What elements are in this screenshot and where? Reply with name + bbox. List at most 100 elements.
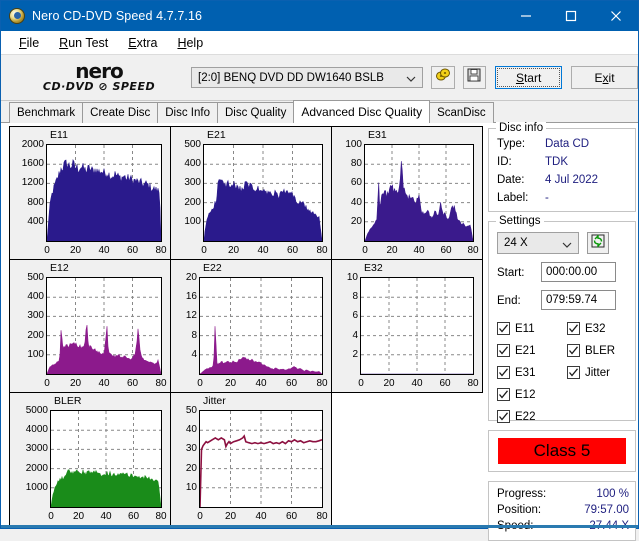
x-tick-label: 60 <box>121 379 145 389</box>
disc-id-value: TDK <box>545 156 568 168</box>
status-panel: Progress: 100 % Position: 79:57.00 Speed… <box>488 481 636 541</box>
chart-plot-e31 <box>364 144 474 242</box>
start-button[interactable]: Start <box>495 66 562 89</box>
tab-disc-quality[interactable]: Disc Quality <box>217 102 294 123</box>
y-tick-label: 300 <box>171 178 201 188</box>
refresh-button[interactable] <box>587 232 609 254</box>
checkbox-e12[interactable]: E12 <box>497 388 535 401</box>
save-button[interactable] <box>463 66 487 89</box>
chart-panel-e21: E21100200300400500020406080 <box>170 126 332 260</box>
disc-type-label: Type: <box>497 138 525 150</box>
y-tick-label: 400 <box>10 292 44 302</box>
x-tick-label: 40 <box>249 379 273 389</box>
end-time-input[interactable]: 079:59.74 <box>541 290 616 310</box>
menu-item-file[interactable]: FFileile <box>9 34 49 52</box>
exit-button[interactable]: Exit <box>571 66 638 89</box>
x-tick-label: 20 <box>222 246 246 256</box>
save-floppy-icon <box>467 68 481 87</box>
y-tick-label: 1600 <box>10 159 44 169</box>
y-tick-label: 60 <box>332 178 362 188</box>
chart-panel-e22: E2248121620020406080 <box>170 259 332 393</box>
start-time-input[interactable]: 000:00.00 <box>541 262 616 282</box>
chart-title-e11: E11 <box>50 130 68 141</box>
checkbox-e22[interactable]: E22 <box>497 410 535 423</box>
y-tick-label: 20 <box>171 273 197 283</box>
y-tick-label: 200 <box>171 198 201 208</box>
chart-plot-e32 <box>360 277 474 375</box>
chart-panel-e31: E3120406080100020406080 <box>331 126 483 260</box>
x-tick-label: 20 <box>377 379 401 389</box>
x-tick-label: 60 <box>280 379 304 389</box>
chart-title-e22: E22 <box>203 263 222 274</box>
tab-scandisc[interactable]: ScanDisc <box>429 102 494 123</box>
window-title: Nero CD-DVD Speed 4.7.7.16 <box>32 9 202 23</box>
checkmark-icon <box>567 344 580 357</box>
tab-advanced-disc-quality[interactable]: Advanced Disc Quality <box>293 100 430 123</box>
speed-select[interactable]: 24 X <box>497 232 579 254</box>
x-tick-label: 0 <box>39 512 63 522</box>
checkbox-e32[interactable]: E32 <box>567 322 605 335</box>
status-bar <box>1 525 638 528</box>
y-tick-label: 200 <box>10 331 44 341</box>
y-tick-label: 100 <box>171 217 201 227</box>
window-controls <box>503 1 638 31</box>
x-tick-label: 20 <box>219 512 243 522</box>
x-tick-label: 40 <box>249 512 273 522</box>
tab-strip: Benchmark Create DiscDisc InfoDisc Qualit… <box>1 101 638 123</box>
checkbox-label: E31 <box>515 367 535 379</box>
checkbox-bler[interactable]: BLER <box>567 344 615 357</box>
y-tick-label: 10 <box>332 273 358 283</box>
y-tick-label: 5000 <box>10 406 48 416</box>
x-tick-label: 20 <box>380 246 404 256</box>
y-tick-label: 8 <box>332 292 358 302</box>
x-tick-label: 60 <box>281 246 305 256</box>
tab-benchmark[interactable]: Benchmark <box>9 102 83 123</box>
drive-select-value: [2:0] BENQ DVD DD DW1640 BSLB <box>198 72 384 84</box>
drive-select[interactable]: [2:0] BENQ DVD DD DW1640 BSLB <box>191 67 423 88</box>
exit-button-label: Exit <box>595 71 615 85</box>
disc-date-label: Date: <box>497 174 525 186</box>
tab-create-disc[interactable]: Create Disc <box>82 102 158 123</box>
checkmark-icon <box>497 322 510 335</box>
chart-plot-bler <box>50 410 162 508</box>
x-tick-label: 20 <box>67 512 91 522</box>
chart-panel-e11: E11400800120016002000020406080 <box>9 126 171 260</box>
chevron-down-icon <box>562 240 572 252</box>
maximize-icon[interactable] <box>548 1 593 31</box>
x-tick-label: 40 <box>92 246 116 256</box>
speed-select-value: 24 X <box>504 237 528 249</box>
position-value: 79:57.00 <box>569 504 629 516</box>
y-tick-label: 30 <box>171 444 197 454</box>
progress-label: Progress: <box>497 488 546 500</box>
checkbox-e31[interactable]: E31 <box>497 366 535 379</box>
x-tick-label: 0 <box>349 379 373 389</box>
tab-disc-info[interactable]: Disc Info <box>157 102 218 123</box>
y-tick-label: 100 <box>10 350 44 360</box>
y-tick-label: 500 <box>10 273 44 283</box>
disc-tool-button[interactable] <box>431 66 455 89</box>
chart-title-bler: BLER <box>54 396 81 407</box>
x-tick-label: 40 <box>94 512 118 522</box>
right-panel: Disc info Type: Data CD ID: TDK Date: 4 … <box>486 123 638 527</box>
disc-info-legend: Disc info <box>496 122 546 134</box>
menu-item-extra[interactable]: Extra <box>118 34 167 52</box>
checkbox-e21[interactable]: E21 <box>497 344 535 357</box>
disc-label-label: Label: <box>497 192 528 204</box>
y-tick-label: 20 <box>332 217 362 227</box>
checkmark-icon <box>497 344 510 357</box>
y-tick-label: 4 <box>171 350 197 360</box>
menu-item-run-test[interactable]: Run Test <box>49 34 118 52</box>
chart-plot-e11 <box>46 144 162 242</box>
checkbox-e11[interactable]: E11 <box>497 322 535 335</box>
minimize-icon[interactable] <box>503 1 548 31</box>
tab-label: Advanced Disc Quality <box>301 105 422 119</box>
tab-label: Benchmark <box>17 107 75 119</box>
chart-title-e21: E21 <box>207 130 226 141</box>
y-tick-label: 40 <box>332 198 362 208</box>
close-icon[interactable] <box>593 1 638 31</box>
refresh-icon <box>591 234 605 253</box>
checkbox-jitter[interactable]: Jitter <box>567 366 610 379</box>
y-tick-label: 40 <box>171 425 197 435</box>
chart-panel-bler: BLER10002000300040005000020406080 <box>9 392 171 526</box>
menu-item-help[interactable]: Help <box>167 34 213 52</box>
